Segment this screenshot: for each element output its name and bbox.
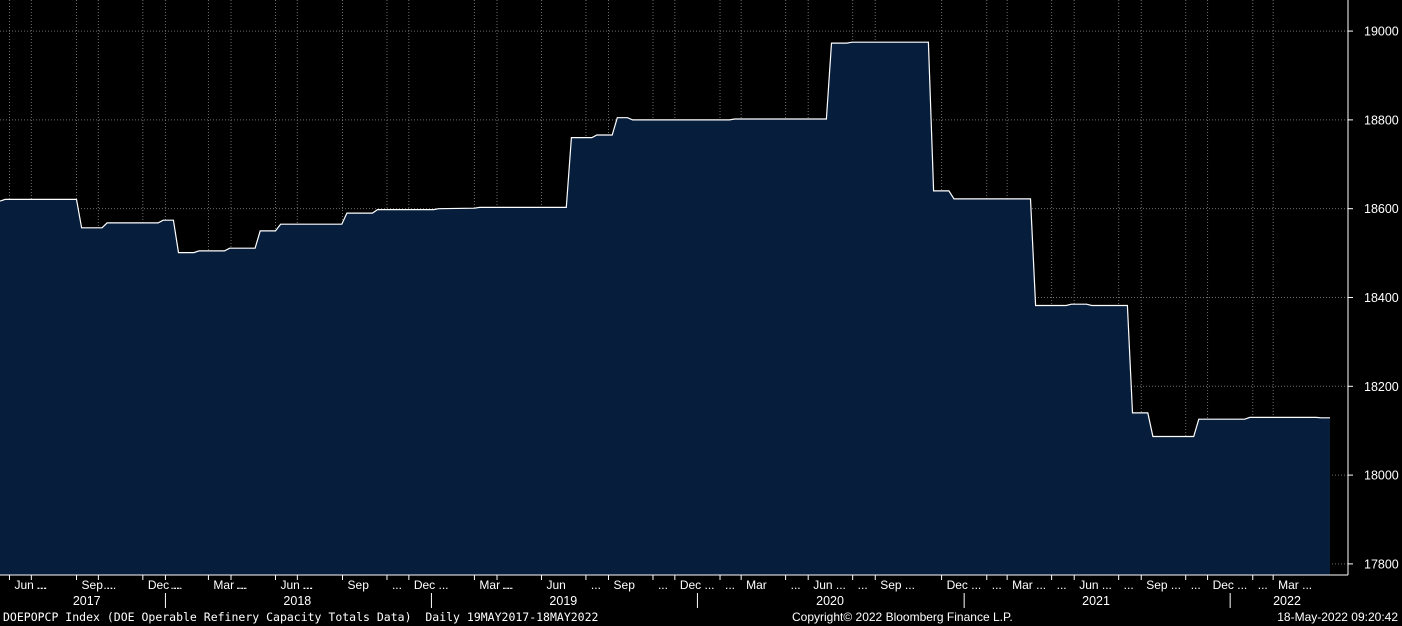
y-tick-label: 18400 (1364, 291, 1399, 305)
timestamp-label: 18-May-2022 09:20:42 (1277, 610, 1398, 624)
year-label: 2020 (816, 594, 844, 608)
x-tick-label: Sep (614, 578, 636, 592)
year-label: 2018 (283, 594, 311, 608)
year-label: 2019 (549, 594, 577, 608)
footer: DOEPOPCP Index (DOE Operable Refinery Ca… (0, 608, 1402, 626)
x-tick-label: Mar ... (1278, 578, 1312, 592)
x-tick-label: Mar (746, 578, 767, 592)
x-tick-label: Sep ... (880, 578, 915, 592)
copyright-label: Copyright© 2022 Bloomberg Finance L.P. (792, 610, 1013, 624)
x-tick-label: ... (858, 578, 868, 592)
x-tick-label: ... (36, 578, 46, 592)
x-tick-label: Jun ... (813, 578, 846, 592)
x-tick-label: ... (658, 578, 668, 592)
x-tick-label: ... (392, 578, 402, 592)
x-tick-label: Dec ... (947, 578, 982, 592)
x-tick-label: ... (1057, 578, 1067, 592)
x-tick-label: ... (236, 578, 246, 592)
year-label: 2021 (1082, 594, 1110, 608)
x-tick-label: Mar ... (1012, 578, 1046, 592)
x-tick-label: Dec ... (680, 578, 715, 592)
x-tick-label: Dec ... (414, 578, 449, 592)
x-tick-label: Sep (348, 578, 370, 592)
x-tick-label: ... (170, 578, 180, 592)
x-tick-label: ... (992, 578, 1002, 592)
x-tick-label: Jun ... (1079, 578, 1112, 592)
x-tick-label: Dec ... (1213, 578, 1248, 592)
frequency-label: Daily 19MAY2017-18MAY2022 (425, 610, 599, 624)
x-tick-label: ... (502, 578, 512, 592)
x-tick-label: ... (103, 578, 113, 592)
year-label: 2022 (1273, 594, 1301, 608)
y-tick-label: 17800 (1364, 557, 1399, 571)
y-tick-label: 19000 (1364, 25, 1399, 39)
y-tick-label: 18000 (1364, 469, 1399, 483)
x-tick-label: ... (791, 578, 801, 592)
x-tick-label: Sep ... (1146, 578, 1181, 592)
x-tick-label: ... (1124, 578, 1134, 592)
chart: 17800 18000 18200 18400 18600 18800 19000 Jun … (0, 0, 1402, 608)
ticker-description: DOEPOPCP Index (DOE Operable Refinery Ca… (3, 610, 598, 624)
x-tick-label: ... (1191, 578, 1201, 592)
x-tick-label: ... (591, 578, 601, 592)
x-tick-label: Jun (546, 578, 565, 592)
ticker-label: DOEPOPCP Index (DOE Operable Refinery Ca… (3, 610, 412, 624)
y-tick-label: 18200 (1364, 380, 1399, 394)
y-tick-label: 18600 (1364, 202, 1399, 216)
y-tick-label: 18800 (1364, 113, 1399, 127)
x-tick-label: ... (302, 578, 312, 592)
x-tick-label: ... (1258, 578, 1268, 592)
year-label: 2017 (73, 594, 101, 608)
x-tick-label: ... (725, 578, 735, 592)
